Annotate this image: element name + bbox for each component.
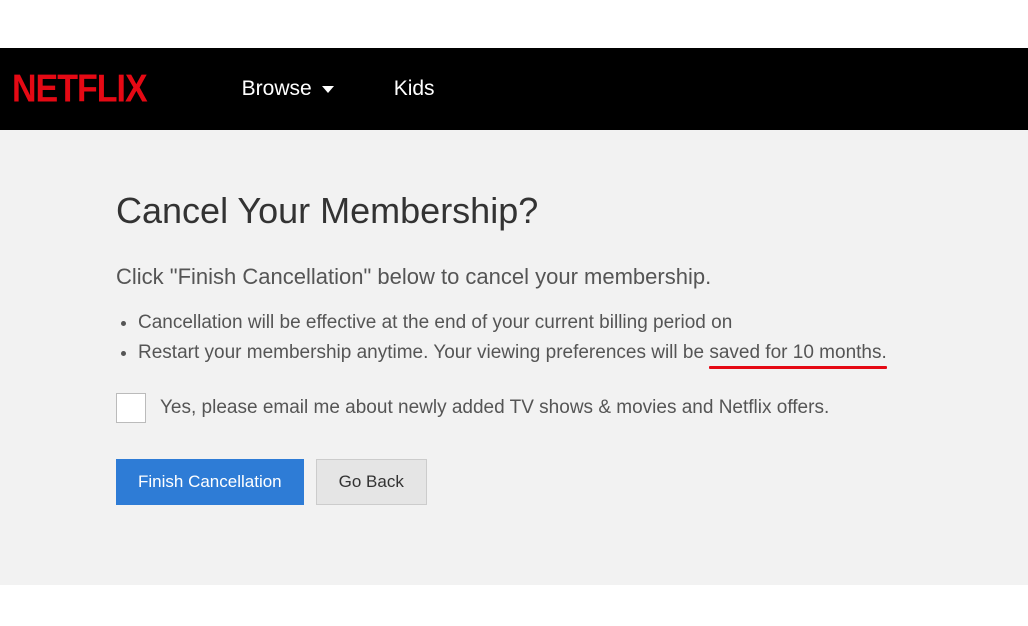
header-bar: NETFLIX Browse Kids	[0, 48, 1028, 130]
nav-browse-label: Browse	[242, 77, 312, 101]
nav-browse[interactable]: Browse	[242, 77, 334, 101]
info-list: Cancellation will be effective at the en…	[116, 308, 1028, 369]
email-opt-in-row: Yes, please email me about newly added T…	[116, 393, 1028, 423]
list-item: Cancellation will be effective at the en…	[138, 308, 1028, 338]
list-item: Restart your membership anytime. Your vi…	[138, 338, 1028, 368]
netflix-logo: NETFLIX	[12, 67, 147, 112]
go-back-button[interactable]: Go Back	[316, 459, 427, 505]
nav-kids-label: Kids	[394, 77, 435, 101]
email-opt-in-checkbox[interactable]	[116, 393, 146, 423]
nav-kids[interactable]: Kids	[394, 77, 435, 101]
bullet-text-prefix: Restart your membership anytime. Your vi…	[138, 342, 709, 363]
page-title: Cancel Your Membership?	[116, 190, 1028, 232]
highlighted-text: saved for 10 months.	[709, 342, 886, 363]
main-content: Cancel Your Membership? Click "Finish Ca…	[0, 130, 1028, 585]
email-opt-in-label: Yes, please email me about newly added T…	[160, 397, 829, 419]
caret-down-icon	[322, 86, 334, 93]
action-buttons: Finish Cancellation Go Back	[116, 459, 1028, 505]
page-subtitle: Click "Finish Cancellation" below to can…	[116, 264, 1028, 290]
finish-cancellation-button[interactable]: Finish Cancellation	[116, 459, 304, 505]
